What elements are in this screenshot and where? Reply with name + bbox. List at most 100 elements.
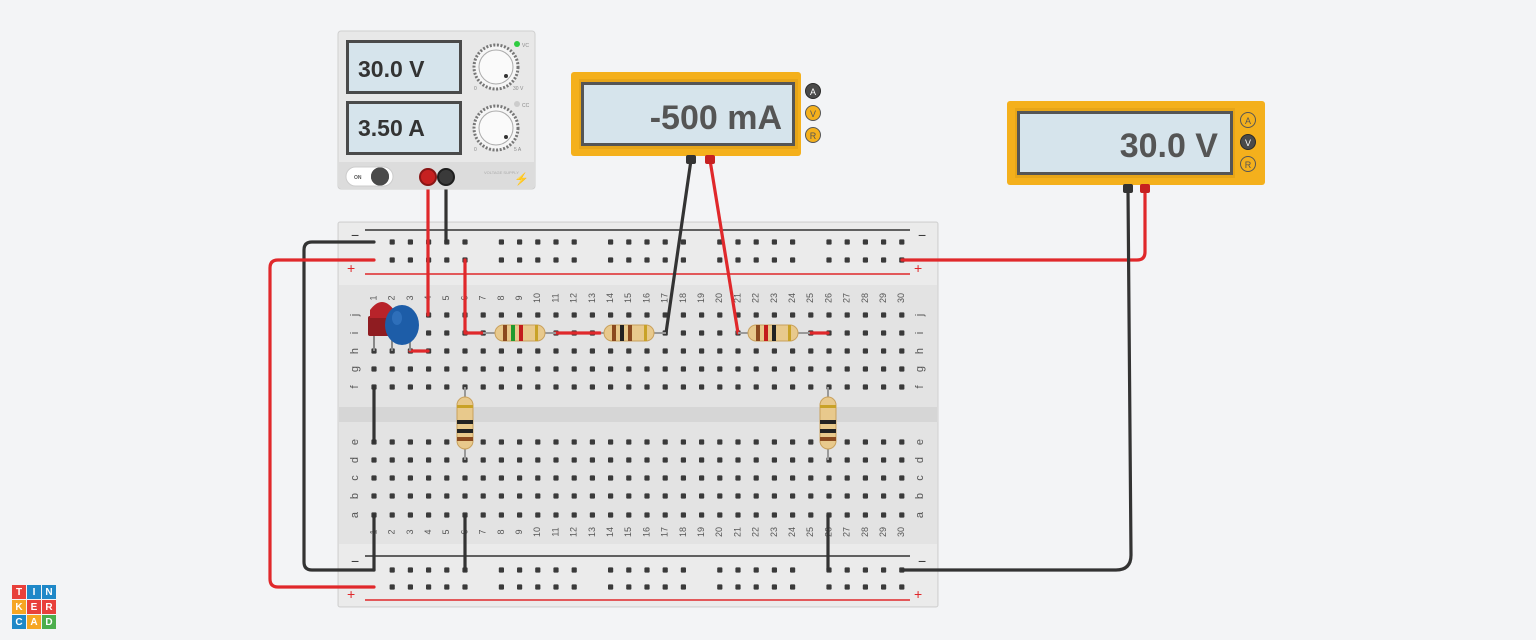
rail-hole[interactable] (571, 239, 577, 245)
rail-hole[interactable] (498, 567, 504, 573)
terminal-hole-h26[interactable] (826, 348, 832, 354)
terminal-hole-d30[interactable] (899, 457, 905, 463)
terminal-hole-f18[interactable] (680, 384, 686, 390)
terminal-hole-h23[interactable] (771, 348, 777, 354)
terminal-hole-h8[interactable] (498, 348, 504, 354)
terminal-hole-j19[interactable] (699, 312, 705, 318)
rail-hole[interactable] (462, 584, 468, 590)
terminal-hole-c11[interactable] (553, 475, 559, 481)
terminal-hole-c25[interactable] (808, 475, 814, 481)
terminal-hole-g13[interactable] (589, 366, 595, 372)
terminal-hole-h14[interactable] (608, 348, 614, 354)
voltage-knob[interactable] (472, 43, 520, 91)
rail-hole[interactable] (498, 257, 504, 263)
terminal-hole-b16[interactable] (644, 493, 650, 499)
rail-hole[interactable] (844, 239, 850, 245)
rail-hole[interactable] (790, 239, 796, 245)
rail-hole[interactable] (389, 584, 395, 590)
terminal-hole-e2[interactable] (389, 439, 395, 445)
rail-hole[interactable] (426, 584, 432, 590)
rail-hole[interactable] (662, 257, 668, 263)
terminal-hole-i18[interactable] (680, 330, 686, 336)
terminal-hole-j7[interactable] (480, 312, 486, 318)
rail-hole[interactable] (535, 239, 541, 245)
terminal-hole-c19[interactable] (699, 475, 705, 481)
terminal-hole-e24[interactable] (790, 439, 796, 445)
terminal-hole-d19[interactable] (699, 457, 705, 463)
rail-hole[interactable] (717, 257, 723, 263)
terminal-hole-j13[interactable] (589, 312, 595, 318)
terminal-hole-c3[interactable] (407, 475, 413, 481)
terminal-hole-f8[interactable] (498, 384, 504, 390)
rail-hole[interactable] (608, 584, 614, 590)
rail-hole[interactable] (389, 257, 395, 263)
terminal-hole-i19[interactable] (699, 330, 705, 336)
terminal-hole-e30[interactable] (899, 439, 905, 445)
terminal-hole-c4[interactable] (426, 475, 432, 481)
ammeter-negative-jack[interactable] (686, 155, 696, 164)
rail-hole[interactable] (680, 257, 686, 263)
terminal-hole-g23[interactable] (771, 366, 777, 372)
rail-hole[interactable] (444, 584, 450, 590)
rail-hole[interactable] (553, 584, 559, 590)
rail-hole[interactable] (426, 567, 432, 573)
terminal-hole-h22[interactable] (753, 348, 759, 354)
rail-hole[interactable] (535, 584, 541, 590)
dc-power-supply[interactable]: 30.0 V 3.50 A VC CC 0 30 V 0 5 A ON VOLT… (337, 30, 536, 190)
terminal-hole-b26[interactable] (826, 493, 832, 499)
rail-hole[interactable] (644, 239, 650, 245)
rail-hole[interactable] (790, 584, 796, 590)
terminal-hole-c22[interactable] (753, 475, 759, 481)
rail-hole[interactable] (444, 567, 450, 573)
terminal-hole-e11[interactable] (553, 439, 559, 445)
terminal-hole-c17[interactable] (662, 475, 668, 481)
terminal-hole-i27[interactable] (844, 330, 850, 336)
terminal-hole-g6[interactable] (462, 366, 468, 372)
terminal-hole-c27[interactable] (844, 475, 850, 481)
terminal-hole-a14[interactable] (608, 512, 614, 518)
terminal-hole-f3[interactable] (407, 384, 413, 390)
terminal-hole-j15[interactable] (626, 312, 632, 318)
terminal-hole-c8[interactable] (498, 475, 504, 481)
terminal-hole-h11[interactable] (553, 348, 559, 354)
rail-hole[interactable] (608, 239, 614, 245)
terminal-hole-j26[interactable] (826, 312, 832, 318)
rail-hole[interactable] (644, 584, 650, 590)
terminal-hole-d12[interactable] (571, 457, 577, 463)
terminal-hole-i28[interactable] (862, 330, 868, 336)
rail-hole[interactable] (771, 239, 777, 245)
rail-hole[interactable] (753, 584, 759, 590)
terminal-hole-a24[interactable] (790, 512, 796, 518)
rail-hole[interactable] (844, 567, 850, 573)
rail-hole[interactable] (444, 257, 450, 263)
terminal-hole-f5[interactable] (444, 384, 450, 390)
rail-hole[interactable] (717, 584, 723, 590)
rail-hole[interactable] (608, 567, 614, 573)
rail-hole[interactable] (407, 257, 413, 263)
terminal-hole-b1[interactable] (371, 493, 377, 499)
terminal-hole-g26[interactable] (826, 366, 832, 372)
terminal-hole-g12[interactable] (571, 366, 577, 372)
terminal-hole-d8[interactable] (498, 457, 504, 463)
terminal-hole-c6[interactable] (462, 475, 468, 481)
terminal-hole-j16[interactable] (644, 312, 650, 318)
terminal-hole-a28[interactable] (862, 512, 868, 518)
terminal-hole-i30[interactable] (899, 330, 905, 336)
terminal-hole-d16[interactable] (644, 457, 650, 463)
terminal-hole-h5[interactable] (444, 348, 450, 354)
terminal-hole-e3[interactable] (407, 439, 413, 445)
terminal-hole-h12[interactable] (571, 348, 577, 354)
terminal-hole-d1[interactable] (371, 457, 377, 463)
current-knob[interactable] (472, 104, 520, 152)
terminal-hole-h7[interactable] (480, 348, 486, 354)
rail-hole[interactable] (389, 567, 395, 573)
negative-terminal[interactable] (437, 168, 455, 186)
terminal-hole-g29[interactable] (881, 366, 887, 372)
rail-hole[interactable] (407, 567, 413, 573)
terminal-hole-g19[interactable] (699, 366, 705, 372)
terminal-hole-b23[interactable] (771, 493, 777, 499)
rail-hole[interactable] (407, 239, 413, 245)
voltmeter-negative-jack[interactable] (1123, 184, 1133, 193)
rail-hole[interactable] (553, 567, 559, 573)
terminal-hole-c26[interactable] (826, 475, 832, 481)
